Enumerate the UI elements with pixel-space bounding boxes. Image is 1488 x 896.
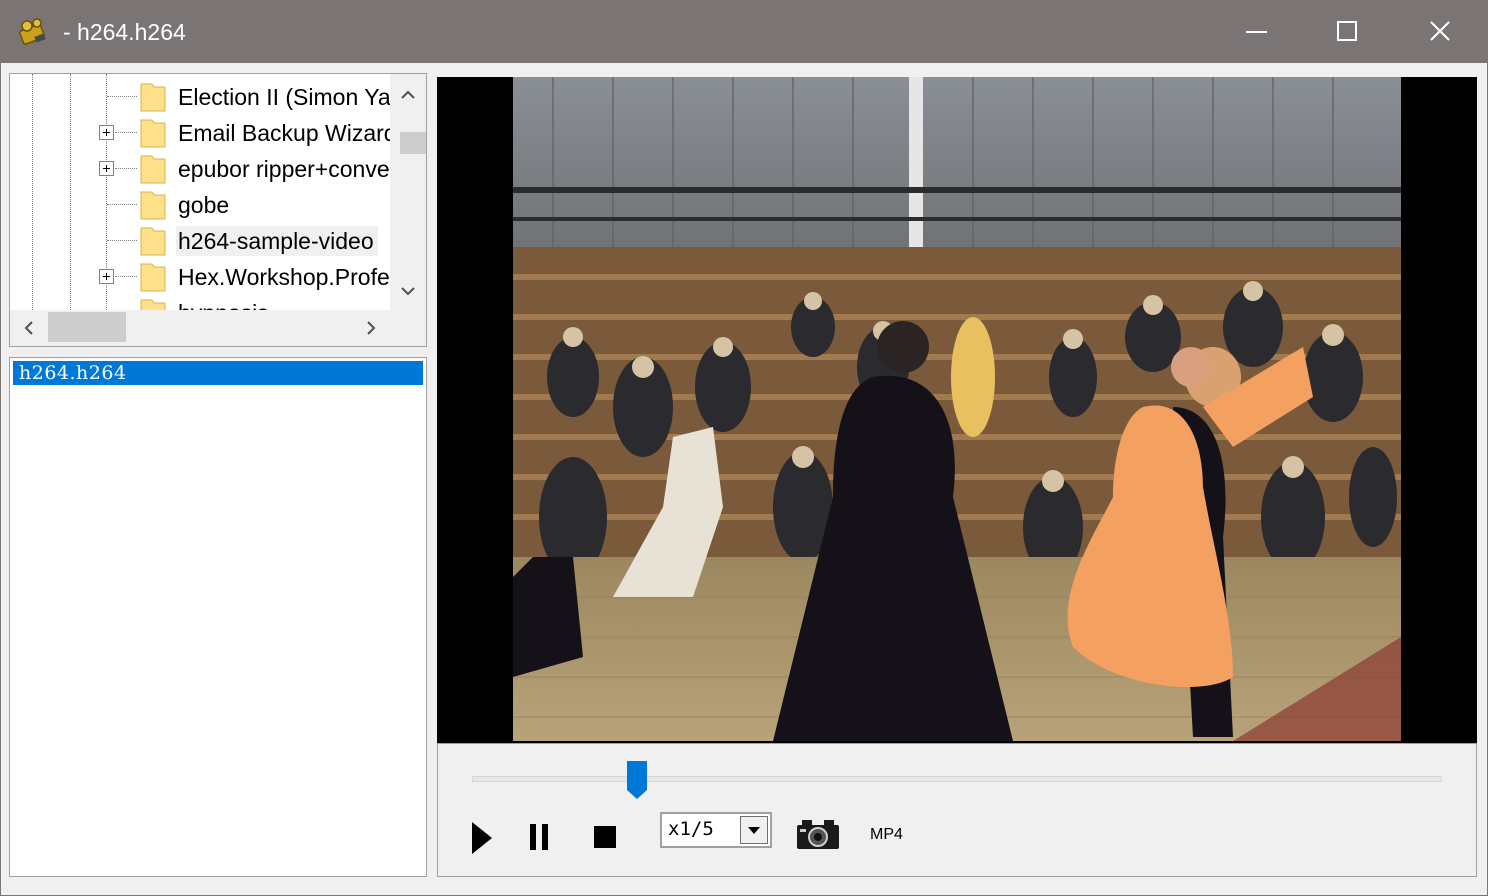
maximize-button[interactable] [1301,1,1393,63]
tree-item[interactable]: gobe [10,186,390,222]
format-label: MP4 [870,826,903,843]
tree-item-label: h264-sample-video [176,226,378,256]
vertical-scroll-thumb[interactable] [400,132,426,154]
tree-item-label: Hex.Workshop.Professional [178,264,390,290]
expand-toggle[interactable] [99,161,114,176]
folder-icon [140,299,166,310]
tree-item[interactable]: Email Backup Wizard [10,114,390,150]
scrollbar-corner [390,310,426,346]
folder-icon [140,191,166,220]
speed-dropdown-button[interactable] [740,816,768,844]
folder-icon [140,227,166,256]
speed-value: x1/5 [668,818,714,840]
stop-button[interactable] [592,824,618,850]
tree-item-selected[interactable]: h264-sample-video [10,222,390,258]
scroll-left-icon[interactable] [20,318,36,338]
horizontal-scroll-thumb[interactable] [48,312,126,342]
file-list[interactable]: h264.h264 [9,357,427,877]
tree-connector [115,132,137,133]
film-projector-icon[interactable] [17,17,49,47]
tree-connector [107,96,137,97]
scroll-up-icon[interactable] [398,86,418,102]
scroll-right-icon[interactable] [364,318,380,338]
expand-toggle[interactable] [99,125,114,140]
tree-item[interactable]: hypnosis [10,294,390,310]
chevron-down-icon [748,827,760,834]
tree-item[interactable]: Hex.Workshop.Professional [10,258,390,294]
window-title: - h264.h264 [63,19,186,45]
tree-connector [107,204,137,205]
video-display[interactable] [437,77,1477,743]
video-frame [513,77,1401,741]
snapshot-camera-icon[interactable] [796,818,840,850]
tree-item[interactable]: epubor ripper+converter [10,150,390,186]
tree-connector [107,240,137,241]
folder-icon [140,83,166,112]
player-controls: x1/5 MP4 [437,743,1477,877]
tree-viewport: Election II (Simon Yam Email Backup Wiza… [10,74,390,310]
tree-item-label: hypnosis [176,298,273,310]
scroll-down-icon[interactable] [398,284,418,300]
folder-icon [140,155,166,184]
expand-toggle[interactable] [99,269,114,284]
tree-item-label: Email Backup Wizard [178,120,390,146]
minimize-button[interactable] [1211,1,1303,63]
play-button[interactable] [468,820,498,856]
tree-horizontal-scrollbar[interactable] [10,310,390,346]
tree-vertical-scrollbar[interactable] [390,74,426,310]
folder-icon [140,263,166,292]
seek-track[interactable] [472,776,1442,782]
folder-tree[interactable]: Election II (Simon Yam Email Backup Wiza… [9,73,427,347]
speed-select[interactable]: x1/5 [660,812,772,848]
close-icon [1430,21,1450,41]
tree-item-label: Election II (Simon Yam [178,84,390,110]
close-button[interactable] [1393,1,1485,63]
folder-icon [140,119,166,148]
maximize-icon [1337,21,1357,41]
title-bar[interactable]: - h264.h264 [1,1,1487,63]
minimize-icon [1246,31,1267,33]
tree-item-label: epubor ripper+converter [178,156,390,182]
tree-item-label: gobe [178,192,230,218]
app-window: - h264.h264 Election II (Simon Yam Email… [0,0,1488,896]
file-item-selected[interactable]: h264.h264 [13,361,423,385]
seek-thumb[interactable] [626,760,648,800]
tree-connector [115,168,137,169]
tree-item[interactable]: Election II (Simon Yam [10,78,390,114]
pause-button[interactable] [528,822,552,852]
tree-connector [115,276,137,277]
video-frame-image [513,77,1401,741]
